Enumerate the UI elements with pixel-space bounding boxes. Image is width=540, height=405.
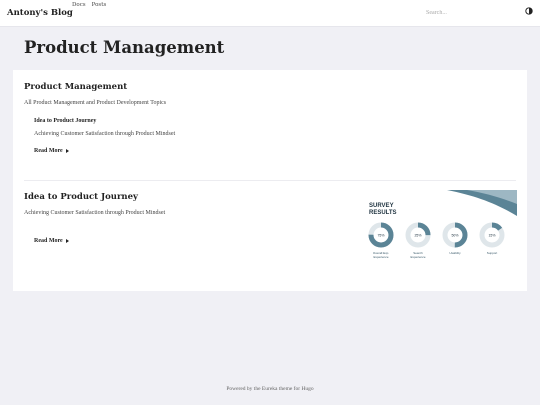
section-idea-to-product: Idea to Product Journey Achieving Custom… [24,192,165,246]
donut-caption: Usability [449,251,461,255]
section-description: Achieving Customer Satisfaction through … [24,210,166,216]
sub-item-description: Achieving Customer Satisfaction through … [34,131,176,137]
site-brand-link[interactable]: Antony's Blog [7,8,73,18]
sub-item-title-link[interactable]: Idea to Product Journey [34,118,175,124]
donut-percent-label: 75% [377,234,384,238]
section-product-management: Product Management All Product Managemen… [24,82,175,156]
page-title: Product Management [24,38,225,57]
section-title-link[interactable]: Product Management [24,82,175,92]
donut-group: 75%Overall Exp.Experience 25%SearchExperi… [368,222,505,259]
thumb-heading-2: RESULTS [369,210,397,216]
donut-caption: Experience [410,255,425,259]
donut-percent-label: 15% [488,234,495,238]
donut-caption: Support [487,251,498,255]
donut-percent-label: 50% [451,234,458,238]
sub-item: Idea to Product Journey Achieving Custom… [34,118,175,156]
donut-caption: Experience [373,255,388,259]
donut-1: 25%SearchExperience [405,222,431,259]
read-more-label: Read More [34,148,63,154]
nav-link-posts[interactable]: Posts [92,2,107,8]
divider [24,180,516,181]
donut-percent-label: 25% [414,234,421,238]
section-title-link[interactable]: Idea to Product Journey [24,192,165,202]
thumb-heading-1: SURVEY [369,203,394,209]
nav-link-docs[interactable]: Docs [72,2,86,8]
caret-right-icon [65,239,69,243]
footer-text: Powered by the Eureka theme for Hugo [226,386,314,392]
section-description: All Product Management and Product Devel… [24,100,167,106]
content-card: Product Management All Product Managemen… [13,70,527,291]
read-more-label: Read More [34,238,63,244]
contrast-icon[interactable] [525,7,533,15]
caret-right-icon [65,149,69,153]
post-thumbnail-survey-results[interactable]: SURVEY RESULTS 75%Overall Exp.Experience… [367,190,517,270]
nav-links: Docs Posts [72,2,106,8]
read-more-link[interactable]: Read More [34,238,69,244]
donut-0: 75%Overall Exp.Experience [368,222,394,259]
search-input[interactable] [426,8,496,18]
read-more-link[interactable]: Read More [34,148,69,154]
donut-2: 50% Usability [442,222,468,255]
top-nav-bar: Antony's Blog Docs Posts [0,0,540,27]
donut-3: 15% Support [479,222,505,255]
